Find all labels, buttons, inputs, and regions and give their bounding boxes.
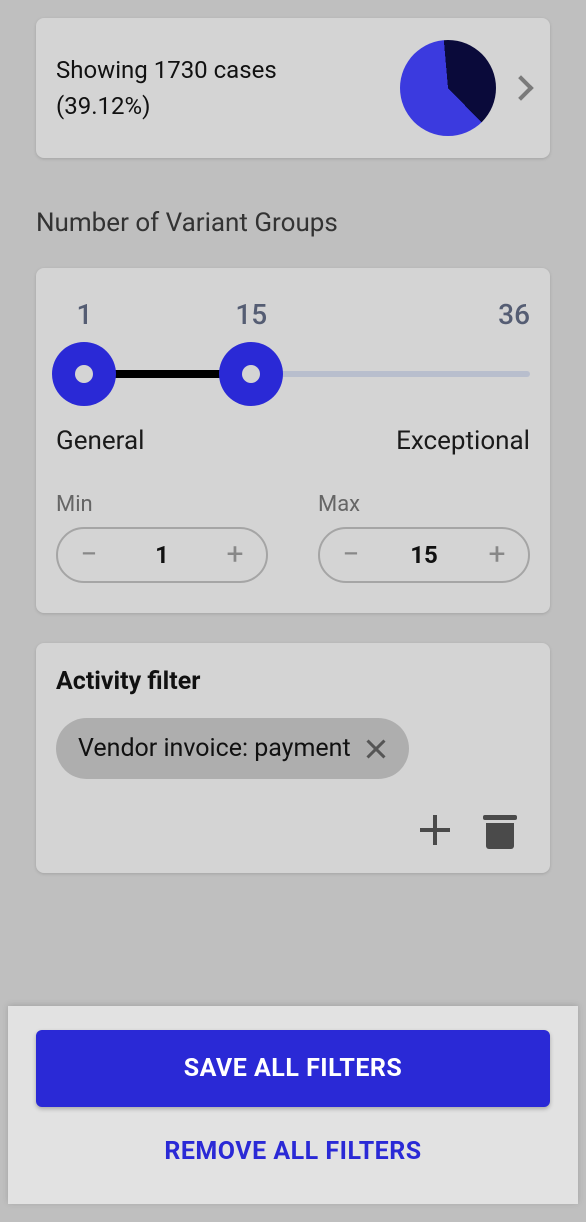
variant-groups-heading: Number of Variant Groups: [36, 208, 550, 238]
max-value[interactable]: 15: [410, 541, 438, 569]
delete-filter-icon[interactable]: [486, 815, 514, 849]
remove-all-filters-button[interactable]: REMOVE ALL FILTERS: [36, 1107, 550, 1186]
slider-high-label: 15: [235, 298, 267, 331]
cases-summary-line1: Showing 1730 cases: [56, 52, 388, 88]
cases-summary-right: [400, 40, 530, 136]
min-increment-button[interactable]: +: [220, 540, 250, 570]
max-label: Max: [318, 492, 530, 517]
cases-summary-text: Showing 1730 cases (39.12%): [56, 52, 388, 124]
min-stepper: − 1 +: [56, 527, 268, 583]
max-increment-button[interactable]: +: [482, 540, 512, 570]
slider-value-labels: 1 15 36: [56, 298, 530, 332]
min-value[interactable]: 1: [155, 541, 169, 569]
slider-track[interactable]: [56, 342, 530, 406]
slider-end-labels: General Exceptional: [56, 426, 530, 456]
max-decrement-button[interactable]: −: [336, 540, 366, 570]
slider-handle-high[interactable]: [219, 342, 283, 406]
min-decrement-button[interactable]: −: [74, 540, 104, 570]
close-icon[interactable]: [365, 738, 387, 760]
variant-groups-slider-card: 1 15 36 General Exceptional Min − 1 +: [36, 268, 550, 613]
slider-right-end-label: Exceptional: [396, 426, 530, 456]
slider-max-label: 36: [498, 298, 530, 331]
activity-filter-heading: Activity filter: [56, 667, 530, 696]
filter-actions-footer: SAVE ALL FILTERS REMOVE ALL FILTERS: [8, 1006, 578, 1204]
activity-filter-chip-label: Vendor invoice: payment: [78, 734, 351, 763]
add-filter-icon[interactable]: [420, 815, 450, 845]
pie-chart-icon: [400, 40, 496, 136]
cases-summary-card[interactable]: Showing 1730 cases (39.12%): [36, 18, 550, 158]
activity-filter-chip[interactable]: Vendor invoice: payment: [56, 718, 409, 779]
cases-summary-line2: (39.12%): [56, 88, 388, 124]
slider-handle-low[interactable]: [52, 342, 116, 406]
slider-low-label: 1: [76, 298, 92, 331]
slider-left-end-label: General: [56, 426, 144, 456]
max-stepper: − 15 +: [318, 527, 530, 583]
min-label: Min: [56, 492, 268, 517]
save-all-filters-button[interactable]: SAVE ALL FILTERS: [36, 1030, 550, 1107]
activity-filter-card: Activity filter Vendor invoice: payment: [36, 643, 550, 873]
chevron-right-icon: [508, 75, 533, 100]
